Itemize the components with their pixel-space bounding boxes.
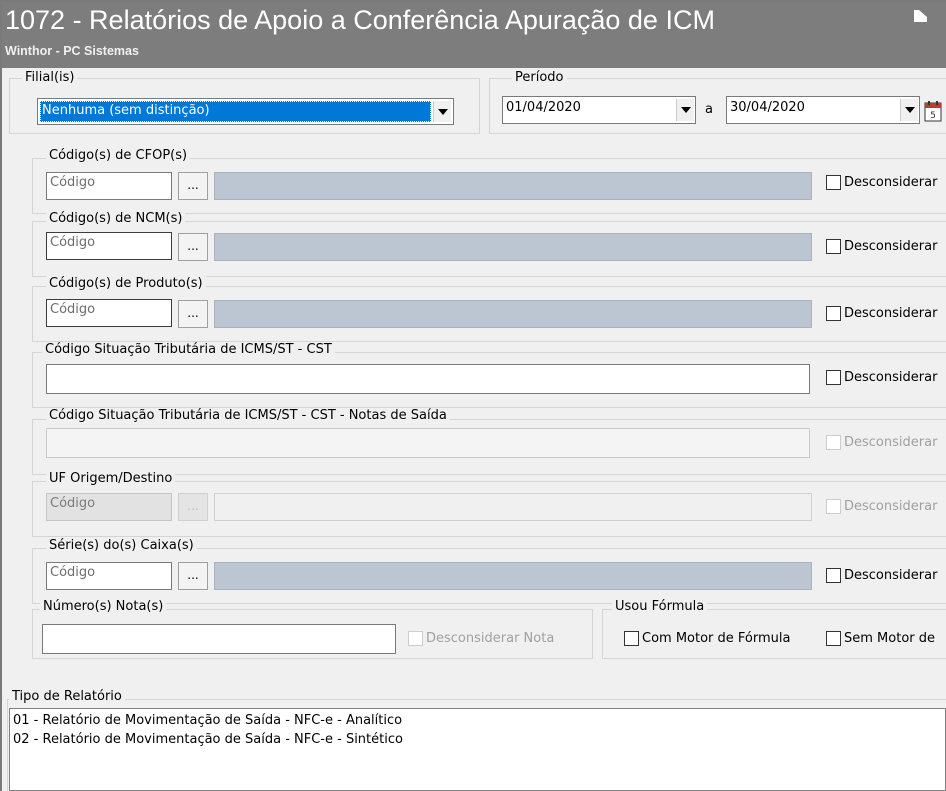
cfop-desconsiderar-checkbox[interactable]: Desconsiderar — [826, 175, 937, 190]
checkbox-box[interactable] — [624, 631, 639, 646]
cst-input[interactable] — [46, 364, 810, 394]
period-end-date[interactable]: 30/04/2020 — [726, 96, 920, 124]
formula-label: Usou Fórmula — [612, 599, 708, 614]
cfop-label: Código(s) de CFOP(s) — [46, 148, 191, 163]
serie-desconsiderar-label: Desconsiderar — [844, 568, 938, 583]
ncm-desconsiderar-label: Desconsiderar — [844, 239, 938, 254]
calendar-icon[interactable]: 5 — [924, 100, 942, 122]
filial-label: Filial(is) — [22, 70, 78, 85]
sem-motor-formula-checkbox[interactable]: Sem Motor de — [826, 631, 935, 646]
nota-input[interactable] — [42, 624, 396, 654]
chevron-down-icon[interactable] — [433, 101, 451, 122]
chevron-down-icon[interactable] — [676, 99, 694, 121]
checkbox-box[interactable] — [826, 499, 841, 514]
produto-code-input[interactable]: Código — [46, 299, 172, 327]
sem-motor-formula-label: Sem Motor de — [844, 631, 935, 646]
serie-search-button[interactable]: ... — [178, 562, 208, 590]
period-end-value: 30/04/2020 — [730, 100, 805, 115]
checkbox-box[interactable] — [826, 370, 841, 385]
checkbox-box[interactable] — [826, 306, 841, 321]
period-separator: a — [705, 102, 713, 117]
serie-label: Série(s) do(s) Caixa(s) — [46, 538, 197, 553]
cst-saida-input[interactable] — [46, 428, 810, 458]
list-item[interactable]: 01 - Relatório de Movimentação de Saída … — [13, 711, 942, 730]
filial-select[interactable]: Nenhuma (sem distinção) — [37, 98, 454, 125]
period-start-date[interactable]: 01/04/2020 — [502, 96, 696, 124]
checkbox-box[interactable] — [826, 175, 841, 190]
cst-saida-label: Código Situação Tributária de ICMS/ST - … — [46, 408, 450, 423]
cfop-search-button[interactable]: ... — [178, 172, 208, 200]
tipo-relatorio-label: Tipo de Relatório — [9, 689, 125, 704]
cst-desconsiderar-label: Desconsiderar — [844, 370, 938, 385]
cst-saida-desconsiderar-checkbox[interactable]: Desconsiderar — [826, 435, 937, 450]
cst-saida-desconsiderar-label: Desconsiderar — [844, 435, 938, 450]
checkbox-box[interactable] — [826, 435, 841, 450]
cst-desconsiderar-checkbox[interactable]: Desconsiderar — [826, 370, 937, 385]
cfop-desconsiderar-label: Desconsiderar — [844, 175, 938, 190]
form-content: Filial(is) Nenhuma (sem distinção) Perío… — [2, 68, 946, 791]
serie-description-field — [214, 562, 812, 590]
serie-desconsiderar-checkbox[interactable]: Desconsiderar — [826, 568, 937, 583]
uf-desconsiderar-checkbox[interactable]: Desconsiderar — [826, 499, 937, 514]
checkbox-box[interactable] — [826, 631, 841, 646]
ncm-search-button[interactable]: ... — [178, 233, 208, 261]
ncm-desconsiderar-checkbox[interactable]: Desconsiderar — [826, 239, 937, 254]
cfop-code-input[interactable]: Código — [46, 172, 172, 200]
produto-description-field — [214, 300, 812, 328]
window-frame: 1072 - Relatórios de Apoio a Conferência… — [0, 0, 946, 791]
uf-desconsiderar-label: Desconsiderar — [844, 499, 938, 514]
nota-label: Número(s) Nota(s) — [40, 599, 167, 614]
uf-label: UF Origem/Destino — [46, 471, 176, 486]
window-title: 1072 - Relatórios de Apoio a Conferência… — [5, 5, 715, 35]
svg-text:5: 5 — [930, 111, 936, 121]
window-subtitle: Winthor - PC Sistemas — [5, 44, 139, 58]
filial-selected-value: Nenhuma (sem distinção) — [40, 101, 431, 122]
produto-desconsiderar-checkbox[interactable]: Desconsiderar — [826, 306, 937, 321]
ncm-code-input[interactable]: Código — [46, 232, 172, 260]
nota-desconsiderar-label: Desconsiderar Nota — [426, 631, 555, 646]
periodo-label: Período — [512, 70, 567, 85]
produto-label: Código(s) de Produto(s) — [46, 276, 206, 291]
checkbox-box[interactable] — [826, 239, 841, 254]
ncm-description-field — [214, 233, 812, 261]
ncm-label: Código(s) de NCM(s) — [46, 211, 186, 226]
checkbox-box[interactable] — [408, 631, 423, 646]
cfop-description-field — [214, 172, 812, 200]
checkbox-box[interactable] — [826, 568, 841, 583]
ncm-placeholder: Código — [50, 235, 96, 250]
chevron-down-icon[interactable] — [900, 99, 918, 121]
uf-search-button[interactable]: ... — [178, 493, 208, 521]
serie-code-input[interactable]: Código — [46, 562, 172, 590]
serie-placeholder: Código — [50, 565, 96, 580]
com-motor-formula-label: Com Motor de Fórmula — [642, 631, 791, 646]
uf-code-input[interactable]: Código — [46, 493, 172, 521]
produto-placeholder: Código — [50, 302, 96, 317]
nota-desconsiderar-checkbox[interactable]: Desconsiderar Nota — [408, 631, 554, 646]
produto-desconsiderar-label: Desconsiderar — [844, 306, 938, 321]
maximize-icon[interactable] — [914, 10, 927, 22]
cst-label: Código Situação Tributária de ICMS/ST - … — [42, 342, 335, 357]
com-motor-formula-checkbox[interactable]: Com Motor de Fórmula — [624, 631, 790, 646]
uf-description-field — [214, 493, 812, 521]
produto-search-button[interactable]: ... — [178, 300, 208, 328]
list-item[interactable]: 02 - Relatório de Movimentação de Saída … — [13, 730, 942, 749]
tipo-relatorio-list[interactable]: 01 - Relatório de Movimentação de Saída … — [9, 708, 946, 791]
cfop-placeholder: Código — [50, 175, 96, 190]
title-bar: 1072 - Relatórios de Apoio a Conferência… — [2, 2, 946, 68]
uf-placeholder: Código — [50, 496, 96, 511]
period-start-value: 01/04/2020 — [506, 100, 581, 115]
